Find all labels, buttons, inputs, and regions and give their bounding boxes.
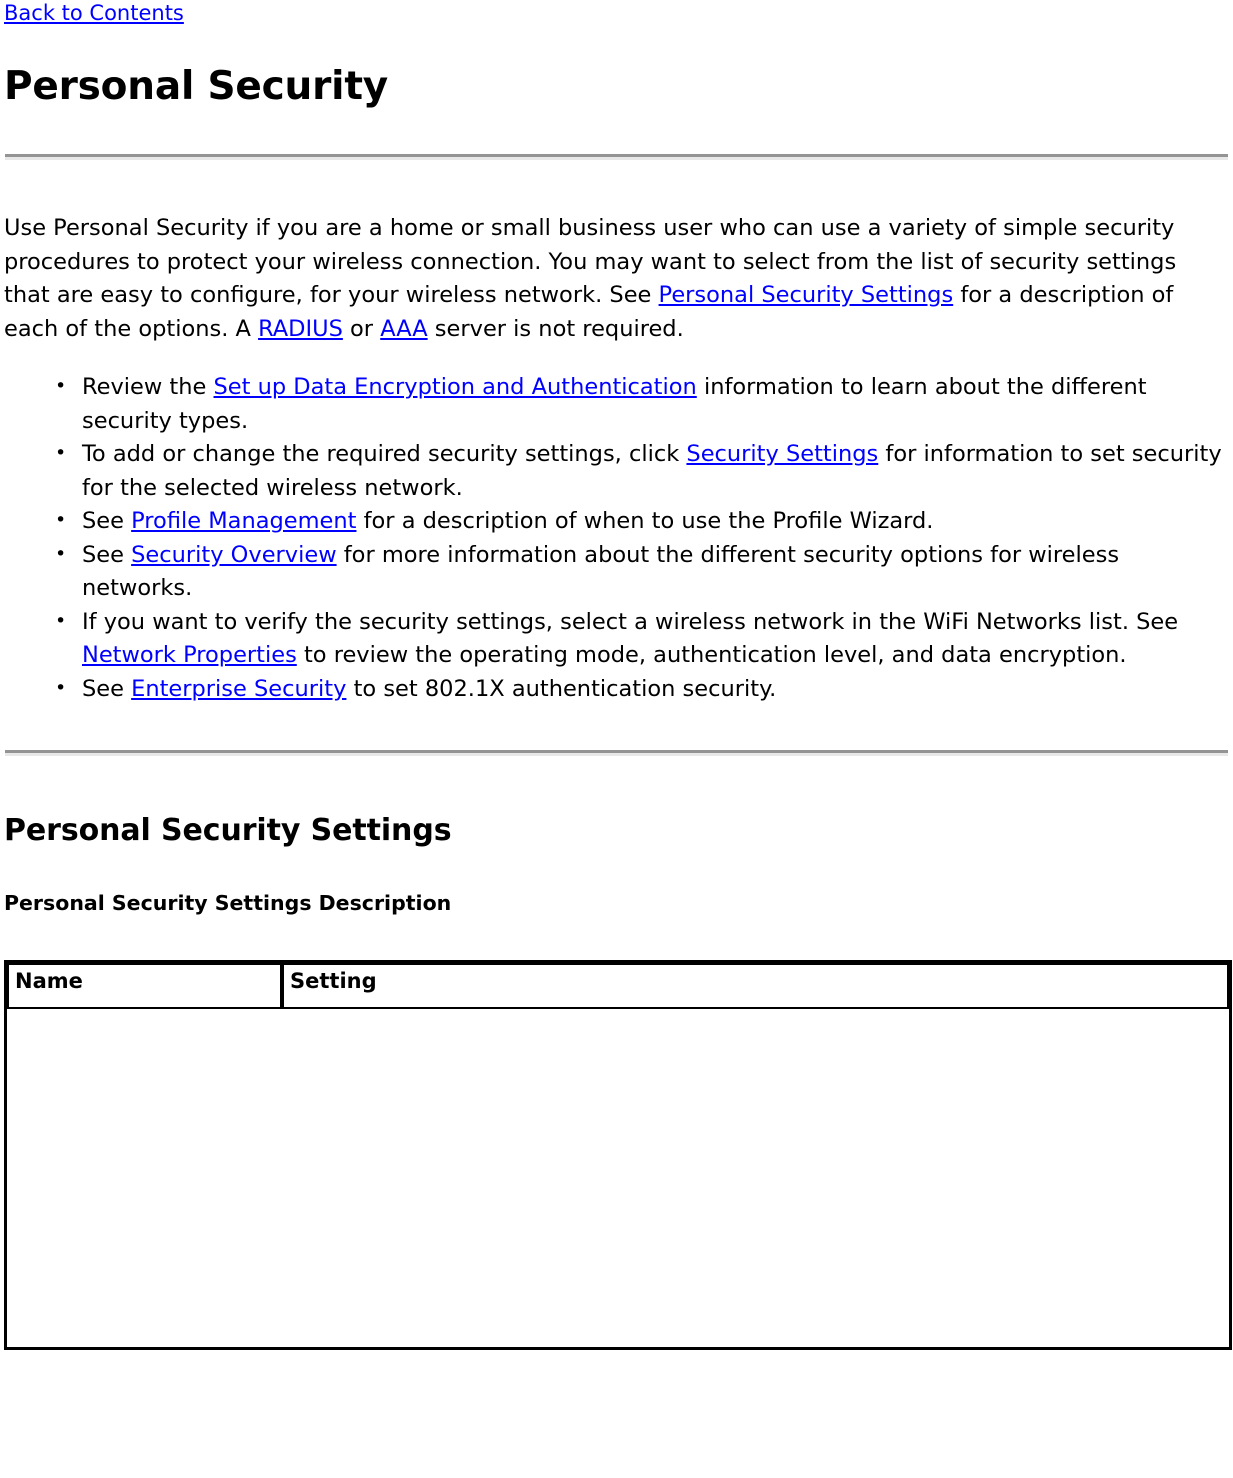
- list-item: See Profile Management for a description…: [55, 504, 1231, 539]
- table-caption: Personal Security Settings Description: [4, 891, 452, 915]
- bullet-text-pre: Review the: [82, 374, 214, 400]
- list-item: See Security Overview for more informati…: [55, 538, 1231, 606]
- section-title: Personal Security Settings: [4, 813, 452, 848]
- bullet-text-pre: If you want to verify the security setti…: [82, 608, 1179, 635]
- document-page: Back to Contents Personal Security Use P…: [0, 0, 1233, 1360]
- back-to-contents-link[interactable]: Back to Contents: [4, 1, 184, 25]
- radius-link[interactable]: RADIUS: [258, 316, 343, 342]
- bullet-text-post: to set 802.1X authentication security.: [346, 675, 777, 702]
- aaa-link[interactable]: AAA: [380, 316, 427, 342]
- personal-security-settings-link[interactable]: Personal Security Settings: [659, 282, 954, 308]
- personal-security-settings-table: Name Setting: [4, 960, 1232, 1350]
- intro-text-part4: server is not required.: [427, 315, 684, 342]
- intro-text-part3: or: [342, 315, 381, 342]
- table-row: [7, 1009, 1229, 1347]
- bottom-spacer: [2, 1350, 1231, 1360]
- horizontal-rule-top: [5, 154, 1228, 160]
- table-cell-name: [7, 1009, 282, 1347]
- list-item: If you want to verify the security setti…: [55, 605, 1231, 673]
- list-item: Review the Set up Data Encryption and Au…: [55, 370, 1231, 438]
- profile-management-link[interactable]: Profile Management: [131, 508, 356, 534]
- column-header-setting: Setting: [282, 963, 1229, 1009]
- network-properties-link[interactable]: Network Properties: [82, 642, 297, 668]
- table-header-row: Name Setting: [7, 963, 1229, 1009]
- settings-table-wrapper: Name Setting: [4, 960, 1232, 1350]
- intro-paragraph: Use Personal Security if you are a home …: [4, 212, 1219, 346]
- table-body: [7, 1009, 1229, 1347]
- enterprise-security-link[interactable]: Enterprise Security: [131, 676, 346, 702]
- bullet-text-pre: See: [82, 508, 132, 534]
- bullet-text-pre: See: [82, 541, 132, 568]
- bullet-text-pre: See: [82, 675, 132, 702]
- bullet-text-post: for a description of when to use the Pro…: [356, 508, 934, 534]
- bullet-text-post: to review the operating mode, authentica…: [296, 642, 1127, 668]
- security-settings-link[interactable]: Security Settings: [686, 441, 878, 467]
- table-cell-setting: [282, 1009, 1229, 1347]
- bullet-text-pre: To add or change the required security s…: [82, 441, 687, 467]
- security-overview-link[interactable]: Security Overview: [131, 542, 336, 568]
- list-item: See Enterprise Security to set 802.1X au…: [55, 672, 1231, 707]
- horizontal-rule-bottom: [5, 750, 1228, 756]
- column-header-name: Name: [7, 963, 282, 1009]
- list-item: To add or change the required security s…: [55, 437, 1231, 505]
- bullet-list: Review the Set up Data Encryption and Au…: [2, 370, 1231, 707]
- breadcrumb: Back to Contents: [2, 0, 1231, 26]
- page-title: Personal Security: [4, 64, 388, 109]
- set-up-data-encryption-and-authentication-link[interactable]: Set up Data Encryption and Authenticatio…: [214, 374, 697, 400]
- table-header: Name Setting: [7, 963, 1229, 1009]
